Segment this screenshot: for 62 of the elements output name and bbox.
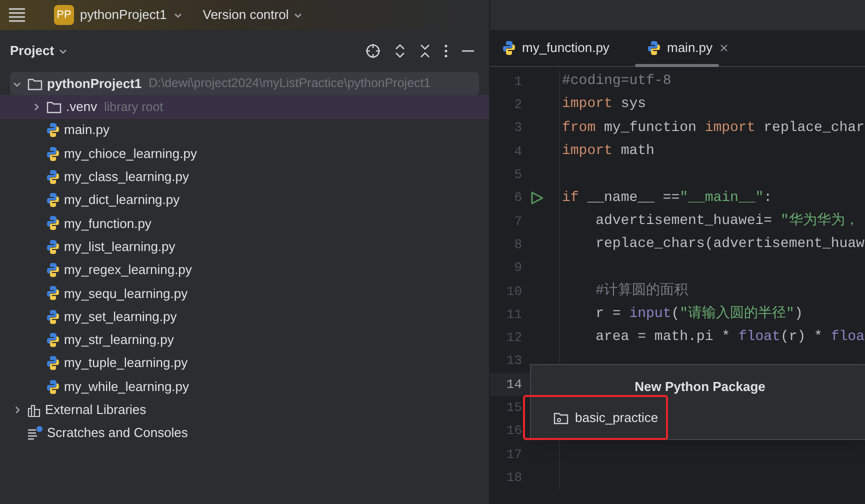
tree-row-selection[interactable]: pythonProject1 D:\dewi\project2024\myListPractice\pythonProject1 xyxy=(10,72,479,96)
tree-item-label[interactable]: my_tuple_learning.py xyxy=(64,353,188,373)
tree-item-label[interactable]: pythonProject1 xyxy=(47,74,142,94)
panel-title-dropdown[interactable]: Project xyxy=(10,41,68,61)
python-file-icon xyxy=(647,40,661,56)
code-line: import sys xyxy=(561,95,646,114)
expand-all-icon[interactable] xyxy=(394,43,406,59)
tree-item-label[interactable]: my_while_learning.py xyxy=(64,376,190,396)
tree-item-label[interactable]: External Libraries xyxy=(45,400,146,420)
package-name-field[interactable]: basic_practice xyxy=(523,395,668,440)
python-file-icon xyxy=(46,192,60,208)
tree-item-label[interactable]: my_sequ_learning.py xyxy=(64,284,188,304)
code-line: if __name__ =="__main__": xyxy=(561,188,772,208)
popup-title: New Python Package xyxy=(634,378,766,396)
code-line: from my_function import replace_char xyxy=(561,118,864,138)
tree-item-label[interactable]: my_set_learning.py xyxy=(64,306,177,326)
close-icon[interactable] xyxy=(718,43,729,53)
project-selector[interactable]: PP pythonProject1 xyxy=(54,5,183,25)
python-file-icon xyxy=(46,308,60,325)
python-file-icon xyxy=(502,40,516,56)
code-line: #coding=utf-8 xyxy=(561,72,672,92)
tree-item-hint: library root xyxy=(104,98,164,116)
python-file-icon xyxy=(46,238,60,255)
tree-item-label[interactable]: my_str_learning.py xyxy=(64,330,174,350)
tree-item-label[interactable]: my_class_learning.py xyxy=(64,167,190,187)
tree-item-label[interactable]: my_regex_learning.py xyxy=(64,260,192,280)
python-file-icon xyxy=(46,122,60,138)
tree-item-label[interactable]: my_chioce_learning.py xyxy=(64,144,197,164)
python-file-icon xyxy=(46,262,60,278)
run-icon[interactable] xyxy=(530,191,544,206)
code-line: replace_chars(advertisement_huaw xyxy=(594,235,864,254)
code-line: advertisement_huawei= "华为华为， xyxy=(594,212,859,231)
tree-row-highlight[interactable]: .venv library root xyxy=(0,95,489,119)
python-file-icon xyxy=(46,146,60,162)
more-icon[interactable] xyxy=(444,43,448,59)
tree-item-label[interactable]: my_dict_learning.py xyxy=(64,190,180,210)
editor-tab[interactable]: main.py xyxy=(635,30,741,66)
tree-item-label[interactable]: main.py xyxy=(64,120,110,140)
python-file-icon xyxy=(46,285,60,302)
code-line: area = math.pi * float(r) * floa xyxy=(594,328,864,348)
tree-item-label[interactable]: .venv xyxy=(66,97,98,117)
tree-item-label[interactable]: my_function.py xyxy=(64,214,152,234)
python-file-icon xyxy=(46,355,60,372)
python-file-icon xyxy=(46,215,60,232)
project-badge: PP xyxy=(54,5,74,25)
tree-item-label[interactable]: my_list_learning.py xyxy=(64,236,176,256)
crosshair-icon[interactable] xyxy=(365,43,381,59)
menu-icon[interactable] xyxy=(8,7,26,23)
tree-item-hint: D:\dewi\project2024\myListPractice\pythonProject1 xyxy=(148,75,431,92)
collapse-all-icon[interactable] xyxy=(419,43,431,59)
line-number: 14 xyxy=(505,376,522,394)
python-file-icon xyxy=(46,332,60,348)
tree-item-label[interactable]: Scratches and Consoles xyxy=(47,423,188,443)
editor-tab[interactable]: my_function.py xyxy=(490,30,635,66)
scratches-icon xyxy=(27,425,43,442)
code-line: r = input("请输入圆的半径") xyxy=(594,304,803,324)
project-name: pythonProject1 xyxy=(80,6,167,24)
python-file-icon xyxy=(46,168,60,185)
code-line: import math xyxy=(561,142,654,162)
version-control-menu[interactable]: Version control xyxy=(202,5,303,25)
code-line: #计算圆的面积 xyxy=(594,282,688,301)
python-file-icon xyxy=(46,378,60,394)
